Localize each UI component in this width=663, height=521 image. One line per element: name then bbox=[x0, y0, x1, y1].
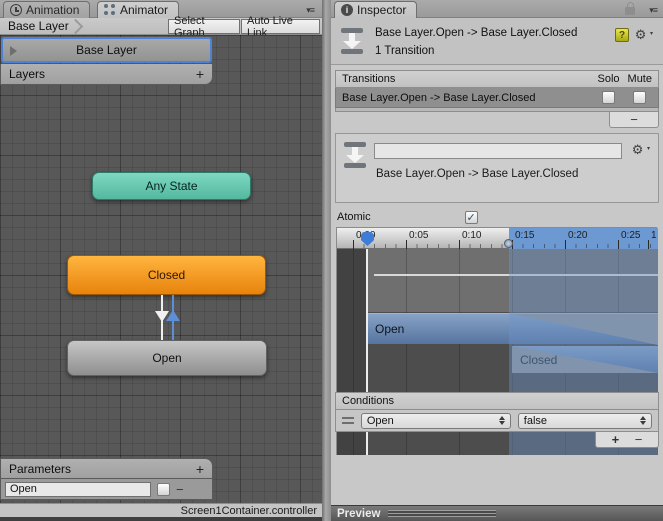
breadcrumb[interactable]: Base Layer bbox=[0, 18, 83, 35]
transition-name-input[interactable] bbox=[374, 143, 622, 159]
inspector-header: Base Layer.Open -> Base Layer.Closed 1 T… bbox=[331, 18, 663, 65]
solo-checkbox[interactable] bbox=[602, 91, 615, 104]
layers-header: Layers + bbox=[0, 64, 213, 85]
atomic-checkbox[interactable]: ✓ bbox=[464, 210, 478, 224]
help-icon[interactable]: ? bbox=[615, 28, 629, 42]
condition-compare-value: false bbox=[523, 414, 548, 427]
tab-inspector-label: Inspector bbox=[357, 3, 407, 17]
remove-transition-button[interactable]: − bbox=[630, 112, 638, 127]
open-clip-label: Open bbox=[375, 322, 405, 336]
check-glyph: ✓ bbox=[466, 211, 476, 224]
parameters-header: Parameters + bbox=[0, 458, 213, 479]
transition-icon bbox=[341, 28, 363, 54]
info-icon: i bbox=[341, 4, 353, 16]
help-glyph: ? bbox=[618, 29, 626, 41]
add-parameter-button[interactable]: + bbox=[196, 461, 204, 477]
atomic-row: Atomic ✓ bbox=[337, 209, 661, 225]
preview-bar[interactable]: Preview bbox=[331, 505, 663, 521]
parameters-header-label: Parameters bbox=[9, 461, 72, 476]
conditions-buttons-tray: + − bbox=[595, 432, 659, 448]
tab-inspector[interactable]: i Inspector bbox=[334, 1, 418, 18]
gear-icon[interactable]: ⚙ bbox=[635, 28, 653, 41]
transition-start-handle[interactable] bbox=[504, 239, 513, 248]
animator-panel: Animation Animator ▾≡ Base Layer Select … bbox=[0, 0, 322, 521]
transition-detail-box: ⚙ Base Layer.Open -> Base Layer.Closed bbox=[335, 133, 659, 203]
open-label: Open bbox=[152, 351, 182, 365]
layers-header-label: Layers bbox=[9, 67, 46, 81]
parameter-bool-checkbox[interactable] bbox=[157, 482, 170, 496]
breadcrumb-label: Base Layer bbox=[8, 18, 69, 33]
inspector-tabbar: i Inspector ▾≡ bbox=[331, 0, 663, 18]
window-bottom-edge bbox=[0, 517, 322, 521]
transitions-header: Transitions Solo Mute bbox=[335, 70, 659, 88]
transition-count: 1 Transition bbox=[375, 45, 435, 57]
mute-column-label: Mute bbox=[627, 73, 652, 85]
timeline-ruler[interactable]: 0:00 0:05 0:10 0:15 0:20 0:25 1 bbox=[337, 228, 658, 249]
controller-path-label: Screen1Container.controller bbox=[180, 504, 317, 517]
transitions-buttons-tray: − bbox=[609, 112, 659, 128]
tab-animation[interactable]: Animation bbox=[3, 1, 91, 18]
condition-parameter-value: Open bbox=[366, 414, 394, 427]
select-graph-button[interactable]: Select Graph bbox=[168, 15, 240, 39]
remove-parameter-button[interactable]: − bbox=[176, 482, 184, 497]
arrowhead-up-icon bbox=[166, 310, 180, 321]
dropdown-arrows-icon bbox=[498, 416, 505, 425]
add-layer-button[interactable]: + bbox=[196, 66, 204, 82]
tab-animator-label: Animator bbox=[120, 3, 169, 17]
animator-icon bbox=[104, 4, 116, 16]
conditions-header-label: Conditions bbox=[342, 395, 394, 407]
tab-animator[interactable]: Animator bbox=[97, 1, 180, 18]
condition-value-dropdown[interactable]: false bbox=[517, 412, 652, 429]
tab-animation-label: Animation bbox=[26, 3, 80, 17]
preview-drag-grip[interactable] bbox=[388, 510, 497, 517]
parameter-name-input[interactable] bbox=[5, 481, 151, 497]
panel-splitter[interactable] bbox=[322, 0, 331, 521]
unity-editor-window: Animation Animator ▾≡ Base Layer Select … bbox=[0, 0, 663, 521]
transitions-header-label: Transitions bbox=[342, 73, 396, 85]
state-node-closed[interactable]: Closed bbox=[67, 255, 266, 295]
gear-glyph: ⚙ bbox=[631, 142, 644, 157]
foldout-triangle-icon[interactable] bbox=[10, 46, 17, 56]
gear-icon[interactable]: ⚙ bbox=[632, 143, 650, 156]
parameter-row: − bbox=[0, 479, 213, 500]
transition-list-row[interactable]: Base Layer.Open -> Base Layer.Closed bbox=[335, 88, 659, 108]
state-node-open[interactable]: Open bbox=[67, 340, 267, 376]
inspector-panel: i Inspector ▾≡ Base Layer.Open -> Base L… bbox=[331, 0, 663, 521]
transition-row-label: Base Layer.Open -> Base Layer.Closed bbox=[342, 91, 536, 104]
preview-label: Preview bbox=[337, 507, 381, 520]
closed-label: Closed bbox=[147, 268, 186, 282]
dropdown-arrows-icon bbox=[640, 416, 646, 425]
layer-row-base-layer[interactable]: Base Layer bbox=[2, 38, 211, 62]
clock-icon bbox=[10, 4, 22, 16]
auto-live-link-button[interactable]: Auto Live Link bbox=[241, 15, 320, 39]
condition-row: Open false bbox=[335, 410, 659, 432]
transition-title: Base Layer.Open -> Base Layer.Closed bbox=[375, 27, 578, 39]
state-machine-graph[interactable]: Base Layer Layers + Any State Closed Ope… bbox=[0, 35, 322, 503]
any-state-label: Any State bbox=[145, 179, 198, 193]
inspector-menu-icon[interactable]: ▾≡ bbox=[649, 5, 658, 16]
mute-checkbox[interactable] bbox=[633, 91, 646, 104]
atomic-label: Atomic bbox=[337, 211, 371, 223]
layer-label: Base Layer bbox=[76, 43, 137, 57]
remove-condition-button[interactable]: − bbox=[635, 432, 643, 447]
state-node-any-state[interactable]: Any State bbox=[92, 172, 251, 200]
breadcrumb-bar: Base Layer Select Graph Auto Live Link bbox=[0, 15, 322, 39]
transition-icon bbox=[344, 142, 366, 168]
lock-icon[interactable] bbox=[625, 2, 635, 15]
solo-column-label: Solo bbox=[597, 73, 620, 85]
conditions-header: Conditions bbox=[335, 392, 659, 410]
add-condition-button[interactable]: + bbox=[612, 432, 620, 447]
gear-glyph: ⚙ bbox=[634, 27, 647, 42]
condition-parameter-dropdown[interactable]: Open bbox=[360, 412, 511, 429]
drag-handle-icon[interactable] bbox=[342, 417, 354, 424]
transition-detail-label: Base Layer.Open -> Base Layer.Closed bbox=[376, 168, 579, 180]
animator-status-bar: Screen1Container.controller bbox=[0, 503, 322, 517]
